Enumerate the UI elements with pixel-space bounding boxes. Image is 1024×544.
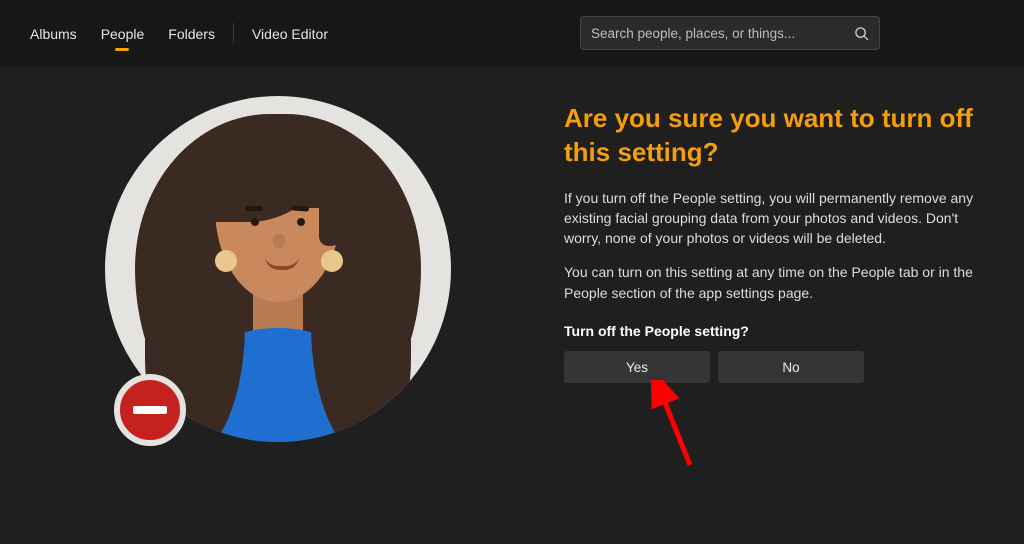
- dialog-paragraph-2: You can turn on this setting at any time…: [564, 262, 992, 303]
- dialog-question: Turn off the People setting?: [564, 323, 992, 339]
- remove-badge-icon: [114, 374, 186, 446]
- dialog-heading: Are you sure you want to turn off this s…: [564, 102, 992, 170]
- search-icon[interactable]: [854, 26, 869, 41]
- illustration-pane: [18, 94, 538, 544]
- dialog-pane: Are you sure you want to turn off this s…: [538, 94, 1006, 544]
- tab-people[interactable]: People: [89, 4, 157, 63]
- tab-albums[interactable]: Albums: [18, 4, 89, 63]
- nav-tabs: Albums People Folders Video Editor: [18, 4, 340, 63]
- search-box[interactable]: [580, 16, 880, 50]
- tab-folders[interactable]: Folders: [156, 4, 227, 63]
- search-input[interactable]: [591, 26, 854, 41]
- yes-button[interactable]: Yes: [564, 351, 710, 383]
- nav-separator: [233, 23, 234, 43]
- top-bar: Albums People Folders Video Editor: [0, 0, 1024, 66]
- content-area: Are you sure you want to turn off this s…: [0, 66, 1024, 544]
- no-button[interactable]: No: [718, 351, 864, 383]
- button-row: Yes No: [564, 351, 992, 383]
- tab-video-editor[interactable]: Video Editor: [240, 4, 340, 63]
- dialog-paragraph-1: If you turn off the People setting, you …: [564, 188, 992, 249]
